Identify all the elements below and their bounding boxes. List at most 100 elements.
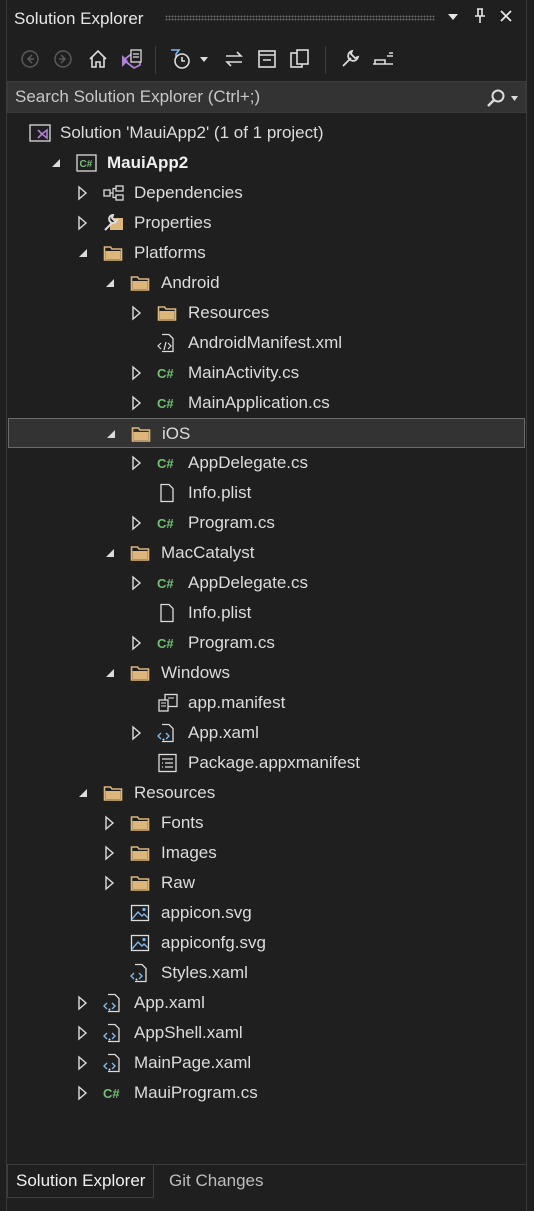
collapsed-arrow-icon[interactable] [130, 635, 144, 651]
tree-item-label: appiconfg.svg [161, 933, 266, 952]
svg-text:C#: C# [157, 366, 174, 381]
collapsed-arrow-icon[interactable] [76, 215, 90, 231]
sync-icon[interactable] [221, 46, 247, 72]
collapsed-arrow-icon[interactable] [130, 575, 144, 591]
collapse-all-icon[interactable] [254, 46, 280, 72]
expanded-arrow-icon[interactable] [103, 275, 117, 291]
expanded-arrow-icon[interactable] [76, 245, 90, 261]
tree-item[interactable]: Solution 'MauiApp2' (1 of 1 project) [8, 118, 525, 148]
tree-item[interactable]: Raw [8, 868, 525, 898]
tree-item[interactable]: C# MauiApp2 [8, 148, 525, 178]
tree-item[interactable]: App.xaml [8, 988, 525, 1018]
xaml-file-icon [103, 1023, 123, 1043]
forward-icon[interactable] [50, 46, 76, 72]
csharp-file-icon: C# [157, 633, 177, 653]
folder-icon [157, 303, 177, 323]
tree-item[interactable]: Properties [8, 208, 525, 238]
collapsed-arrow-icon[interactable] [103, 845, 117, 861]
pin-icon[interactable] [471, 8, 489, 28]
tree-item[interactable]: MainPage.xaml [8, 1048, 525, 1078]
tree-item[interactable]: C# MainApplication.cs [8, 388, 525, 418]
pending-changes-filter-icon[interactable] [167, 46, 193, 72]
tree-item[interactable]: AndroidManifest.xml [8, 328, 525, 358]
chevron-down-icon[interactable] [510, 94, 519, 103]
collapsed-arrow-icon[interactable] [130, 395, 144, 411]
tree-item[interactable]: Windows [8, 658, 525, 688]
tree-item[interactable]: Platforms [8, 238, 525, 268]
tree-item[interactable]: appicon.svg [8, 898, 525, 928]
tab-label: Git Changes [169, 1171, 264, 1190]
filter-dropdown-icon[interactable] [197, 46, 211, 72]
bottom-tab-strip: Solution Explorer Git Changes [7, 1164, 526, 1211]
search-options-button[interactable] [479, 86, 519, 110]
collapsed-arrow-icon[interactable] [130, 725, 144, 741]
tree-item[interactable]: Fonts [8, 808, 525, 838]
svg-text:C#: C# [157, 516, 174, 531]
collapsed-arrow-icon[interactable] [76, 1085, 90, 1101]
collapsed-arrow-icon[interactable] [130, 455, 144, 471]
tree-item[interactable]: Styles.xaml [8, 958, 525, 988]
svg-text:C#: C# [157, 576, 174, 591]
collapsed-arrow-icon[interactable] [130, 365, 144, 381]
collapsed-arrow-icon[interactable] [76, 1055, 90, 1071]
tree-item-label: app.manifest [188, 693, 286, 712]
show-all-files-icon[interactable] [287, 46, 313, 72]
tab-solution-explorer[interactable]: Solution Explorer [7, 1165, 155, 1198]
expanded-arrow-icon[interactable] [103, 545, 117, 561]
tree-item[interactable]: Info.plist [8, 478, 525, 508]
tree-item[interactable]: Info.plist [8, 598, 525, 628]
tree-item-label: Platforms [134, 243, 206, 262]
tree-item[interactable]: appiconfg.svg [8, 928, 525, 958]
preview-icon[interactable] [370, 46, 396, 72]
drag-grip[interactable] [165, 15, 435, 21]
tree-item[interactable]: MacCatalyst [8, 538, 525, 568]
tree-item[interactable]: App.xaml [8, 718, 525, 748]
search-icon[interactable] [486, 88, 506, 108]
collapsed-arrow-icon[interactable] [103, 815, 117, 831]
switch-views-icon[interactable] [118, 46, 144, 72]
svg-text:C#: C# [157, 396, 174, 411]
search-box [7, 81, 526, 113]
tree-item[interactable]: C# MainActivity.cs [8, 358, 525, 388]
expanded-arrow-icon[interactable] [104, 426, 118, 442]
tree-item[interactable]: app.manifest [8, 688, 525, 718]
tree-item[interactable]: Resources [8, 778, 525, 808]
dropdown-icon[interactable] [444, 8, 462, 28]
expanded-arrow-icon[interactable] [49, 155, 63, 171]
tree-item-label: Program.cs [188, 513, 275, 532]
folder-icon [103, 783, 123, 803]
image-file-icon [130, 903, 150, 923]
tree-item[interactable]: C# MauiProgram.cs [8, 1078, 525, 1108]
tree-item[interactable]: Package.appxmanifest [8, 748, 525, 778]
expanded-arrow-icon[interactable] [76, 785, 90, 801]
tree-item[interactable]: C# Program.cs [8, 628, 525, 658]
back-icon[interactable] [17, 46, 43, 72]
tree-item[interactable]: Dependencies [8, 178, 525, 208]
svg-text:C#: C# [103, 1086, 120, 1101]
tree-item[interactable]: Android [8, 268, 525, 298]
collapsed-arrow-icon[interactable] [76, 995, 90, 1011]
title-bar[interactable]: Solution Explorer [7, 0, 526, 36]
collapsed-arrow-icon[interactable] [130, 305, 144, 321]
tree-item-label: iOS [162, 424, 191, 443]
csharp-file-icon: C# [157, 453, 177, 473]
expanded-arrow-icon[interactable] [103, 665, 117, 681]
search-input[interactable] [15, 82, 455, 112]
collapsed-arrow-icon[interactable] [103, 875, 117, 891]
tree-item[interactable]: C# AppDelegate.cs [8, 448, 525, 478]
tree-item[interactable]: C# AppDelegate.cs [8, 568, 525, 598]
tree-item[interactable]: Resources [8, 298, 525, 328]
home-icon[interactable] [85, 46, 111, 72]
collapsed-arrow-icon[interactable] [130, 515, 144, 531]
tree-item-label: MainActivity.cs [188, 363, 300, 382]
tree-item[interactable]: Images [8, 838, 525, 868]
close-icon[interactable] [497, 8, 515, 28]
tree-item[interactable]: AppShell.xaml [8, 1018, 525, 1048]
tree-item[interactable]: iOS [8, 418, 525, 448]
collapsed-arrow-icon[interactable] [76, 185, 90, 201]
tree-item-label: App.xaml [134, 993, 205, 1012]
tab-git-changes[interactable]: Git Changes [161, 1165, 272, 1197]
collapsed-arrow-icon[interactable] [76, 1025, 90, 1041]
tree-item[interactable]: C# Program.cs [8, 508, 525, 538]
properties-wrench-icon[interactable] [337, 46, 363, 72]
